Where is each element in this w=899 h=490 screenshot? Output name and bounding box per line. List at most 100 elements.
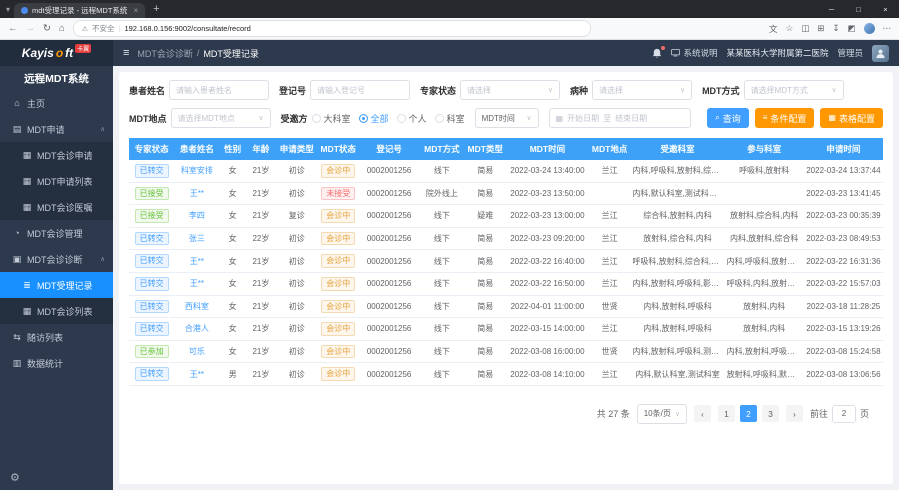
star-icon[interactable]: ☆: [786, 23, 794, 34]
sidebar-item-mdt-apply-list[interactable]: ▦MDT申请列表: [0, 168, 113, 194]
apply-type-cell: 初诊: [276, 182, 317, 205]
translate-icon[interactable]: 文: [769, 23, 778, 35]
reg-no-cell: 0002001256: [359, 340, 419, 363]
sidebar-item-data-stats[interactable]: ▥数据统计: [0, 350, 113, 376]
sidebar-item-home[interactable]: ⌂主页: [0, 90, 113, 116]
column-header[interactable]: 年龄: [246, 138, 276, 160]
patient-name-link[interactable]: 科室安排: [181, 166, 213, 175]
collections-icon[interactable]: ⊞: [817, 23, 824, 34]
collapse-menu-icon[interactable]: ≡: [123, 47, 129, 59]
extensions-icon[interactable]: ◩: [847, 23, 855, 34]
sidebar-item-mdt-consult-list[interactable]: ▦MDT会诊列表: [0, 298, 113, 324]
page-button-3[interactable]: 3: [762, 405, 779, 422]
invitee-radio-big-dept[interactable]: 大科室: [312, 112, 351, 125]
invitee-radio-dept[interactable]: 科室: [435, 112, 465, 125]
maximize-button[interactable]: □: [845, 0, 872, 18]
mdt-time-select[interactable]: MDT时间 ∨: [475, 108, 539, 128]
column-header[interactable]: 申请类型: [276, 138, 317, 160]
sidebar-item-mdt-consult-manage[interactable]: ◔MDT会诊管理: [0, 220, 113, 246]
tab-list-icon[interactable]: ▾: [6, 5, 10, 14]
patient-name-link[interactable]: 王**: [190, 189, 204, 198]
expert-status-placeholder: 请选择: [467, 85, 491, 96]
browser-menu-icon[interactable]: ⋯: [883, 23, 892, 34]
patient-name-link[interactable]: 王**: [190, 370, 204, 379]
browser-profile-avatar[interactable]: [864, 23, 875, 34]
radio-icon: [397, 114, 406, 123]
mdt-place-cell: [589, 182, 630, 205]
column-header[interactable]: MDT地点: [589, 138, 630, 160]
disease-select[interactable]: 请选择 ∨: [592, 80, 692, 100]
goto-page-input[interactable]: [832, 405, 856, 423]
next-page-button[interactable]: ›: [786, 405, 803, 422]
column-header[interactable]: MDT状态: [317, 138, 358, 160]
mdt-type-cell: 简易: [464, 182, 505, 205]
table-config-button[interactable]: ▦ 表格配置: [820, 108, 883, 128]
mdt-mode-cell: 线下: [419, 160, 464, 182]
sidebar-item-mdt-apply[interactable]: ▤MDT申请∧: [0, 116, 113, 142]
minimize-button[interactable]: ─: [818, 0, 845, 18]
reg-no-input[interactable]: [310, 80, 410, 100]
new-tab-button[interactable]: +: [153, 4, 159, 15]
close-button[interactable]: ×: [872, 0, 899, 18]
mdt-place-cell: 兰江: [589, 272, 630, 295]
list-icon: ▦: [22, 306, 32, 317]
condition-config-button[interactable]: ≡ 条件配置: [755, 108, 815, 128]
system-help-button[interactable]: 系统说明: [671, 47, 717, 59]
page-button-1[interactable]: 1: [718, 405, 735, 422]
user-avatar[interactable]: [872, 45, 889, 62]
patient-name-input[interactable]: [169, 80, 269, 100]
date-range-picker[interactable]: ▦ 开始日期 至 结束日期: [549, 108, 691, 128]
page-size-select[interactable]: 10条/页 ∨: [637, 404, 687, 424]
mdt-place-select[interactable]: 请选择MDT地点 ∨: [171, 108, 271, 128]
column-header[interactable]: 申请时间: [804, 138, 883, 160]
prev-page-button[interactable]: ‹: [694, 405, 711, 422]
split-screen-icon[interactable]: ◫: [801, 23, 809, 34]
column-header[interactable]: 性别: [219, 138, 245, 160]
sidebar-item-mdt-consult-diagnose[interactable]: ▣MDT会诊诊断∧: [0, 246, 113, 272]
sidebar-item-mdt-consult-apply[interactable]: ▦MDT会诊申请: [0, 142, 113, 168]
sidebar-item-mdt-accept-record[interactable]: ≣MDT受理记录: [0, 272, 113, 298]
patient-name-link[interactable]: 可乐: [189, 347, 205, 356]
column-header[interactable]: MDT类型: [464, 138, 505, 160]
patient-name-link[interactable]: 张三: [189, 234, 205, 243]
invitee-radio-personal[interactable]: 个人: [397, 112, 427, 125]
settings-gear-icon[interactable]: ⚙: [10, 471, 20, 484]
column-header[interactable]: 专家状态: [129, 138, 174, 160]
url-field[interactable]: ⚠ 不安全 | 192.168.0.156:9002/consultate/re…: [73, 20, 591, 37]
column-header[interactable]: 患者姓名: [174, 138, 219, 160]
sidebar-item-mdt-consult-order[interactable]: ▦MDT会诊医嘱: [0, 194, 113, 220]
invitee-radio-all[interactable]: 全部: [359, 112, 389, 125]
expert-status-select[interactable]: 请选择 ∨: [460, 80, 560, 100]
column-header[interactable]: MDT时间: [506, 138, 589, 160]
security-label[interactable]: 不安全: [92, 23, 115, 34]
patient-name-link[interactable]: 李四: [189, 211, 205, 220]
sidebar-item-label: MDT会诊诊断: [27, 253, 83, 266]
gender-cell: 女: [219, 272, 245, 295]
invited-depts-cell: 内科,放射科,呼吸科,影像科: [630, 272, 724, 295]
patient-name-link[interactable]: 王**: [190, 257, 204, 266]
patient-name-link[interactable]: 合港人: [185, 324, 209, 333]
column-header[interactable]: 参与科室: [725, 138, 804, 160]
sidebar-item-followup-list[interactable]: ⇆随访列表: [0, 324, 113, 350]
notification-bell-icon[interactable]: [652, 48, 662, 59]
page-button-2[interactable]: 2: [740, 405, 757, 422]
mdt-status-tag: 未接受: [321, 187, 355, 201]
downloads-icon[interactable]: ↧: [832, 23, 839, 34]
expert-status-tag: 已转交: [135, 254, 169, 268]
apply-time-cell: 2022-03-18 11:28:25: [804, 295, 883, 318]
home-icon[interactable]: ⌂: [59, 24, 65, 34]
patient-name-link[interactable]: 西科室: [185, 302, 209, 311]
forward-icon[interactable]: →: [26, 24, 36, 34]
back-icon[interactable]: ←: [8, 24, 18, 34]
breadcrumb-section[interactable]: MDT会诊诊断: [137, 47, 193, 60]
mdt-type-cell: 简易: [464, 295, 505, 318]
browser-tab[interactable]: mdt受理记录 - 远程MDT系统 ×: [14, 3, 145, 18]
refresh-icon[interactable]: ↻: [43, 24, 51, 34]
mdt-mode-select[interactable]: 请选择MDT方式 ∨: [744, 80, 844, 100]
column-header[interactable]: 受邀科室: [630, 138, 724, 160]
tab-close-icon[interactable]: ×: [133, 6, 138, 15]
patient-name-link[interactable]: 王**: [190, 279, 204, 288]
column-header[interactable]: 登记号: [359, 138, 419, 160]
search-button[interactable]: ⌕ 查询: [707, 108, 749, 128]
column-header[interactable]: MDT方式: [419, 138, 464, 160]
